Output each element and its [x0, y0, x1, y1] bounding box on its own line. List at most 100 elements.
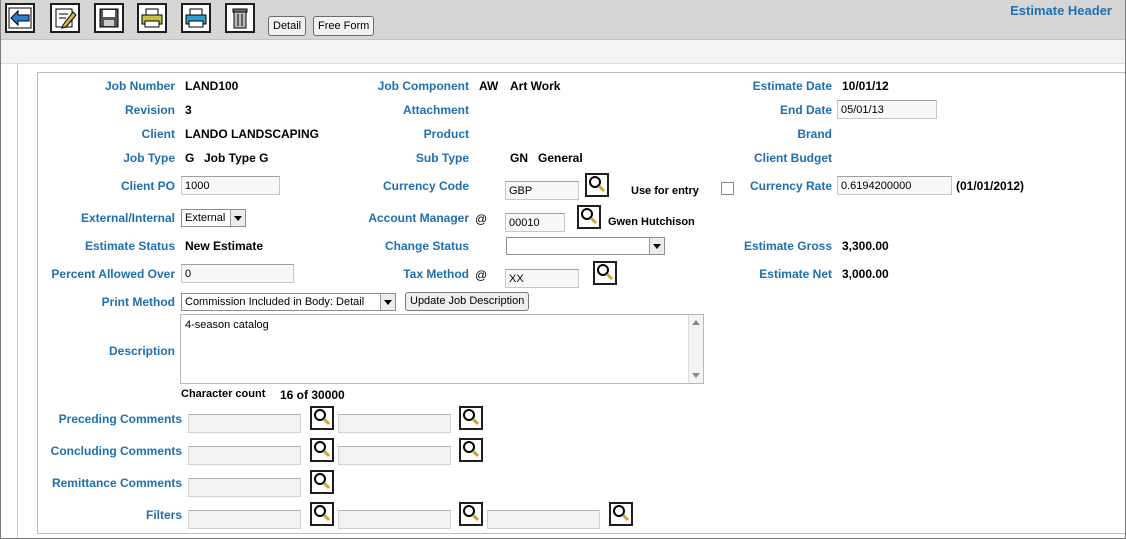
currency-rate-date: (01/01/2012) — [956, 179, 1025, 193]
currency-rate-input[interactable] — [837, 176, 952, 195]
job-type-label: Job Type — [123, 151, 175, 165]
job-type-value: Job Type G — [204, 151, 269, 165]
tax-method-input[interactable] — [505, 269, 579, 288]
job-number-label: Job Number — [104, 79, 175, 93]
chevron-down-icon — [649, 238, 664, 254]
magnifier-icon — [462, 504, 480, 525]
currency-code-lookup[interactable] — [585, 173, 609, 197]
remittance-comments-label: Remittance Comments — [51, 476, 182, 490]
preceding-comments-input-1[interactable] — [188, 414, 301, 433]
chevron-down-icon — [380, 294, 395, 310]
estimate-net-label: Estimate Net — [759, 267, 832, 281]
estimate-status-value: New Estimate — [185, 239, 264, 253]
filters-input-3[interactable] — [487, 510, 600, 529]
preceding-comments-input-2[interactable] — [338, 414, 451, 433]
sub-type-value: General — [538, 151, 583, 165]
filters-input-1[interactable] — [188, 510, 301, 529]
end-date-input[interactable] — [837, 100, 937, 119]
concluding-comments-lookup-2[interactable] — [459, 438, 483, 462]
job-number-value: LAND100 — [185, 79, 239, 93]
revision-label: Revision — [124, 103, 175, 117]
filters-lookup-1[interactable] — [310, 502, 334, 526]
description-scrollbar[interactable] — [688, 315, 703, 383]
estimate-status-label: Estimate Status — [84, 239, 175, 253]
account-manager-label: Account Manager — [368, 211, 469, 225]
currency-code-label: Currency Code — [382, 179, 469, 193]
tax-method-at: @ — [475, 268, 488, 282]
job-component-value: Art Work — [510, 79, 561, 93]
filters-input-2[interactable] — [338, 510, 451, 529]
external-internal-label: External/Internal — [80, 211, 175, 225]
description-label: Description — [108, 344, 175, 358]
filters-label: Filters — [145, 508, 182, 522]
tax-method-label: Tax Method — [403, 267, 469, 281]
account-manager-input[interactable] — [505, 213, 565, 232]
client-label: Client — [141, 127, 175, 141]
brand-label: Brand — [797, 127, 832, 141]
filters-lookup-3[interactable] — [609, 502, 633, 526]
job-type-code: G — [185, 151, 195, 165]
preceding-comments-lookup-2[interactable] — [459, 406, 483, 430]
magnifier-icon — [313, 504, 331, 525]
magnifier-icon — [313, 408, 331, 429]
tax-method-lookup[interactable] — [593, 261, 617, 285]
preceding-comments-label: Preceding Comments — [58, 412, 182, 426]
scroll-down-icon — [692, 373, 700, 378]
remittance-comments-lookup[interactable] — [310, 470, 334, 494]
magnifier-icon — [612, 504, 630, 525]
currency-rate-label: Currency Rate — [749, 179, 832, 193]
character-count-label: Character count — [181, 388, 266, 400]
magnifier-icon — [588, 175, 606, 196]
filters-lookup-2[interactable] — [459, 502, 483, 526]
estimate-gross-label: Estimate Gross — [743, 239, 832, 253]
print-method-value: Commission Included in Body: Detail — [185, 296, 365, 308]
concluding-comments-input-1[interactable] — [188, 446, 301, 465]
estimate-date-value: 10/01/12 — [842, 79, 889, 93]
client-po-label: Client PO — [120, 179, 175, 193]
account-manager-lookup[interactable] — [577, 205, 601, 229]
chevron-down-icon — [230, 210, 245, 226]
account-manager-at: @ — [475, 212, 488, 226]
magnifier-icon — [596, 263, 614, 284]
sub-type-label: Sub Type — [415, 151, 469, 165]
attachment-label: Attachment — [402, 103, 469, 117]
percent-allowed-over-input[interactable] — [181, 264, 294, 283]
concluding-comments-input-2[interactable] — [338, 446, 451, 465]
product-label: Product — [423, 127, 469, 141]
account-manager-name: Gwen Hutchison — [608, 216, 695, 228]
percent-allowed-over-label: Percent Allowed Over — [51, 267, 175, 281]
scroll-up-icon — [692, 320, 700, 325]
external-internal-value: External — [185, 212, 226, 224]
magnifier-icon — [462, 408, 480, 429]
revision-value: 3 — [185, 103, 192, 117]
update-job-description-button[interactable]: Update Job Description — [405, 292, 530, 311]
change-status-label: Change Status — [384, 239, 469, 253]
concluding-comments-label: Concluding Comments — [50, 444, 182, 458]
preceding-comments-lookup-1[interactable] — [310, 406, 334, 430]
external-internal-select[interactable]: External — [181, 209, 246, 227]
use-for-entry-label: Use for entry — [631, 185, 699, 197]
client-value: LANDO LANDSCAPING — [185, 127, 319, 141]
currency-code-input[interactable] — [505, 181, 579, 200]
client-budget-label: Client Budget — [754, 151, 832, 165]
concluding-comments-lookup-1[interactable] — [310, 438, 334, 462]
description-value: 4-season catalog — [185, 319, 269, 331]
use-for-entry-checkbox[interactable] — [721, 182, 734, 195]
magnifier-icon — [313, 472, 331, 493]
job-component-label: Job Component — [377, 79, 469, 93]
estimate-date-label: Estimate Date — [752, 79, 832, 93]
client-po-input[interactable] — [181, 176, 280, 195]
magnifier-icon — [462, 440, 480, 461]
magnifier-icon — [580, 207, 598, 228]
remittance-comments-input[interactable] — [188, 478, 301, 497]
character-count-value: 16 of 30000 — [280, 388, 345, 402]
change-status-select[interactable] — [506, 237, 665, 255]
estimate-gross-value: 3,300.00 — [842, 239, 889, 253]
end-date-label: End Date — [779, 103, 832, 117]
description-textarea[interactable]: 4-season catalog — [180, 314, 704, 384]
magnifier-icon — [313, 440, 331, 461]
sub-type-code: GN — [510, 151, 528, 165]
job-component-code: AW — [479, 79, 499, 93]
print-method-label: Print Method — [101, 295, 175, 309]
print-method-select[interactable]: Commission Included in Body: Detail — [181, 293, 396, 311]
